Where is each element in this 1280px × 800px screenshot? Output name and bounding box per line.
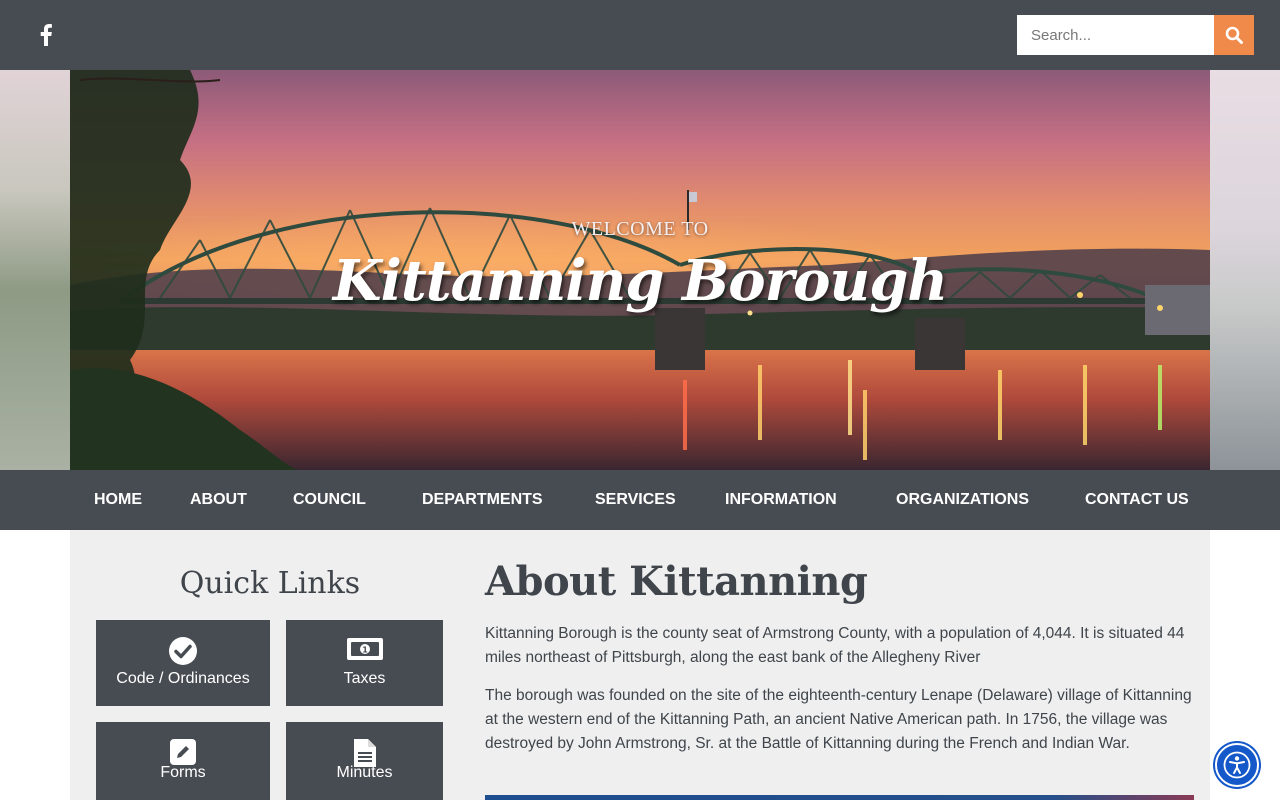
nav-organizations[interactable]: ORGANIZATIONS: [896, 470, 1029, 530]
accessibility-button[interactable]: [1215, 743, 1259, 787]
search-form: [1017, 15, 1254, 55]
nav-about[interactable]: ABOUT: [190, 470, 247, 530]
nav-information[interactable]: INFORMATION: [725, 470, 837, 530]
search-icon: [1225, 26, 1243, 44]
nav-departments[interactable]: DEPARTMENTS: [422, 470, 543, 530]
document-icon: [353, 739, 376, 767]
quick-links-title: Quick Links: [179, 566, 361, 601]
nav-home[interactable]: HOME: [94, 470, 142, 530]
quick-link-forms[interactable]: Forms: [96, 722, 270, 800]
check-circle-icon: [169, 637, 197, 665]
hero-banner: WELCOME TO Kittanning Borough: [0, 70, 1280, 470]
hero-title: Kittanning Borough: [332, 248, 948, 314]
quick-link-label: Code / Ordinances: [116, 670, 250, 687]
hero-side-image-right: [1210, 70, 1280, 470]
svg-text:1: 1: [362, 646, 368, 655]
quick-link-code-ordinances[interactable]: Code / Ordinances: [96, 620, 270, 706]
main-content: Quick Links Code / Ordinances 1 Taxes Fo…: [70, 530, 1210, 800]
quick-link-minutes[interactable]: Minutes: [286, 722, 443, 800]
nav-contact-us[interactable]: CONTACT US: [1085, 470, 1189, 530]
top-bar: [0, 0, 1280, 70]
about-image: [485, 795, 1194, 800]
money-bill-icon: 1: [346, 638, 383, 660]
hero-side-image-left: [0, 70, 70, 470]
search-button[interactable]: [1214, 15, 1254, 55]
accessibility-icon: [1223, 751, 1251, 779]
search-input[interactable]: [1017, 15, 1214, 55]
hero-image: WELCOME TO Kittanning Borough: [70, 70, 1210, 470]
quick-link-taxes[interactable]: 1 Taxes: [286, 620, 443, 706]
edit-icon: [170, 739, 196, 765]
quick-link-label: Taxes: [343, 670, 386, 687]
quick-link-label: Forms: [160, 764, 206, 781]
about-paragraph: Kittanning Borough is the county seat of…: [485, 625, 1185, 666]
about-title: About Kittanning: [485, 558, 868, 605]
nav-services[interactable]: SERVICES: [595, 470, 676, 530]
main-navigation: HOME ABOUT COUNCIL DEPARTMENTS SERVICES …: [0, 470, 1280, 530]
nav-council[interactable]: COUNCIL: [293, 470, 366, 530]
facebook-icon[interactable]: [36, 23, 56, 47]
about-paragraph: The borough was founded on the site of t…: [485, 687, 1192, 752]
hero-welcome-text: WELCOME TO: [571, 218, 709, 240]
